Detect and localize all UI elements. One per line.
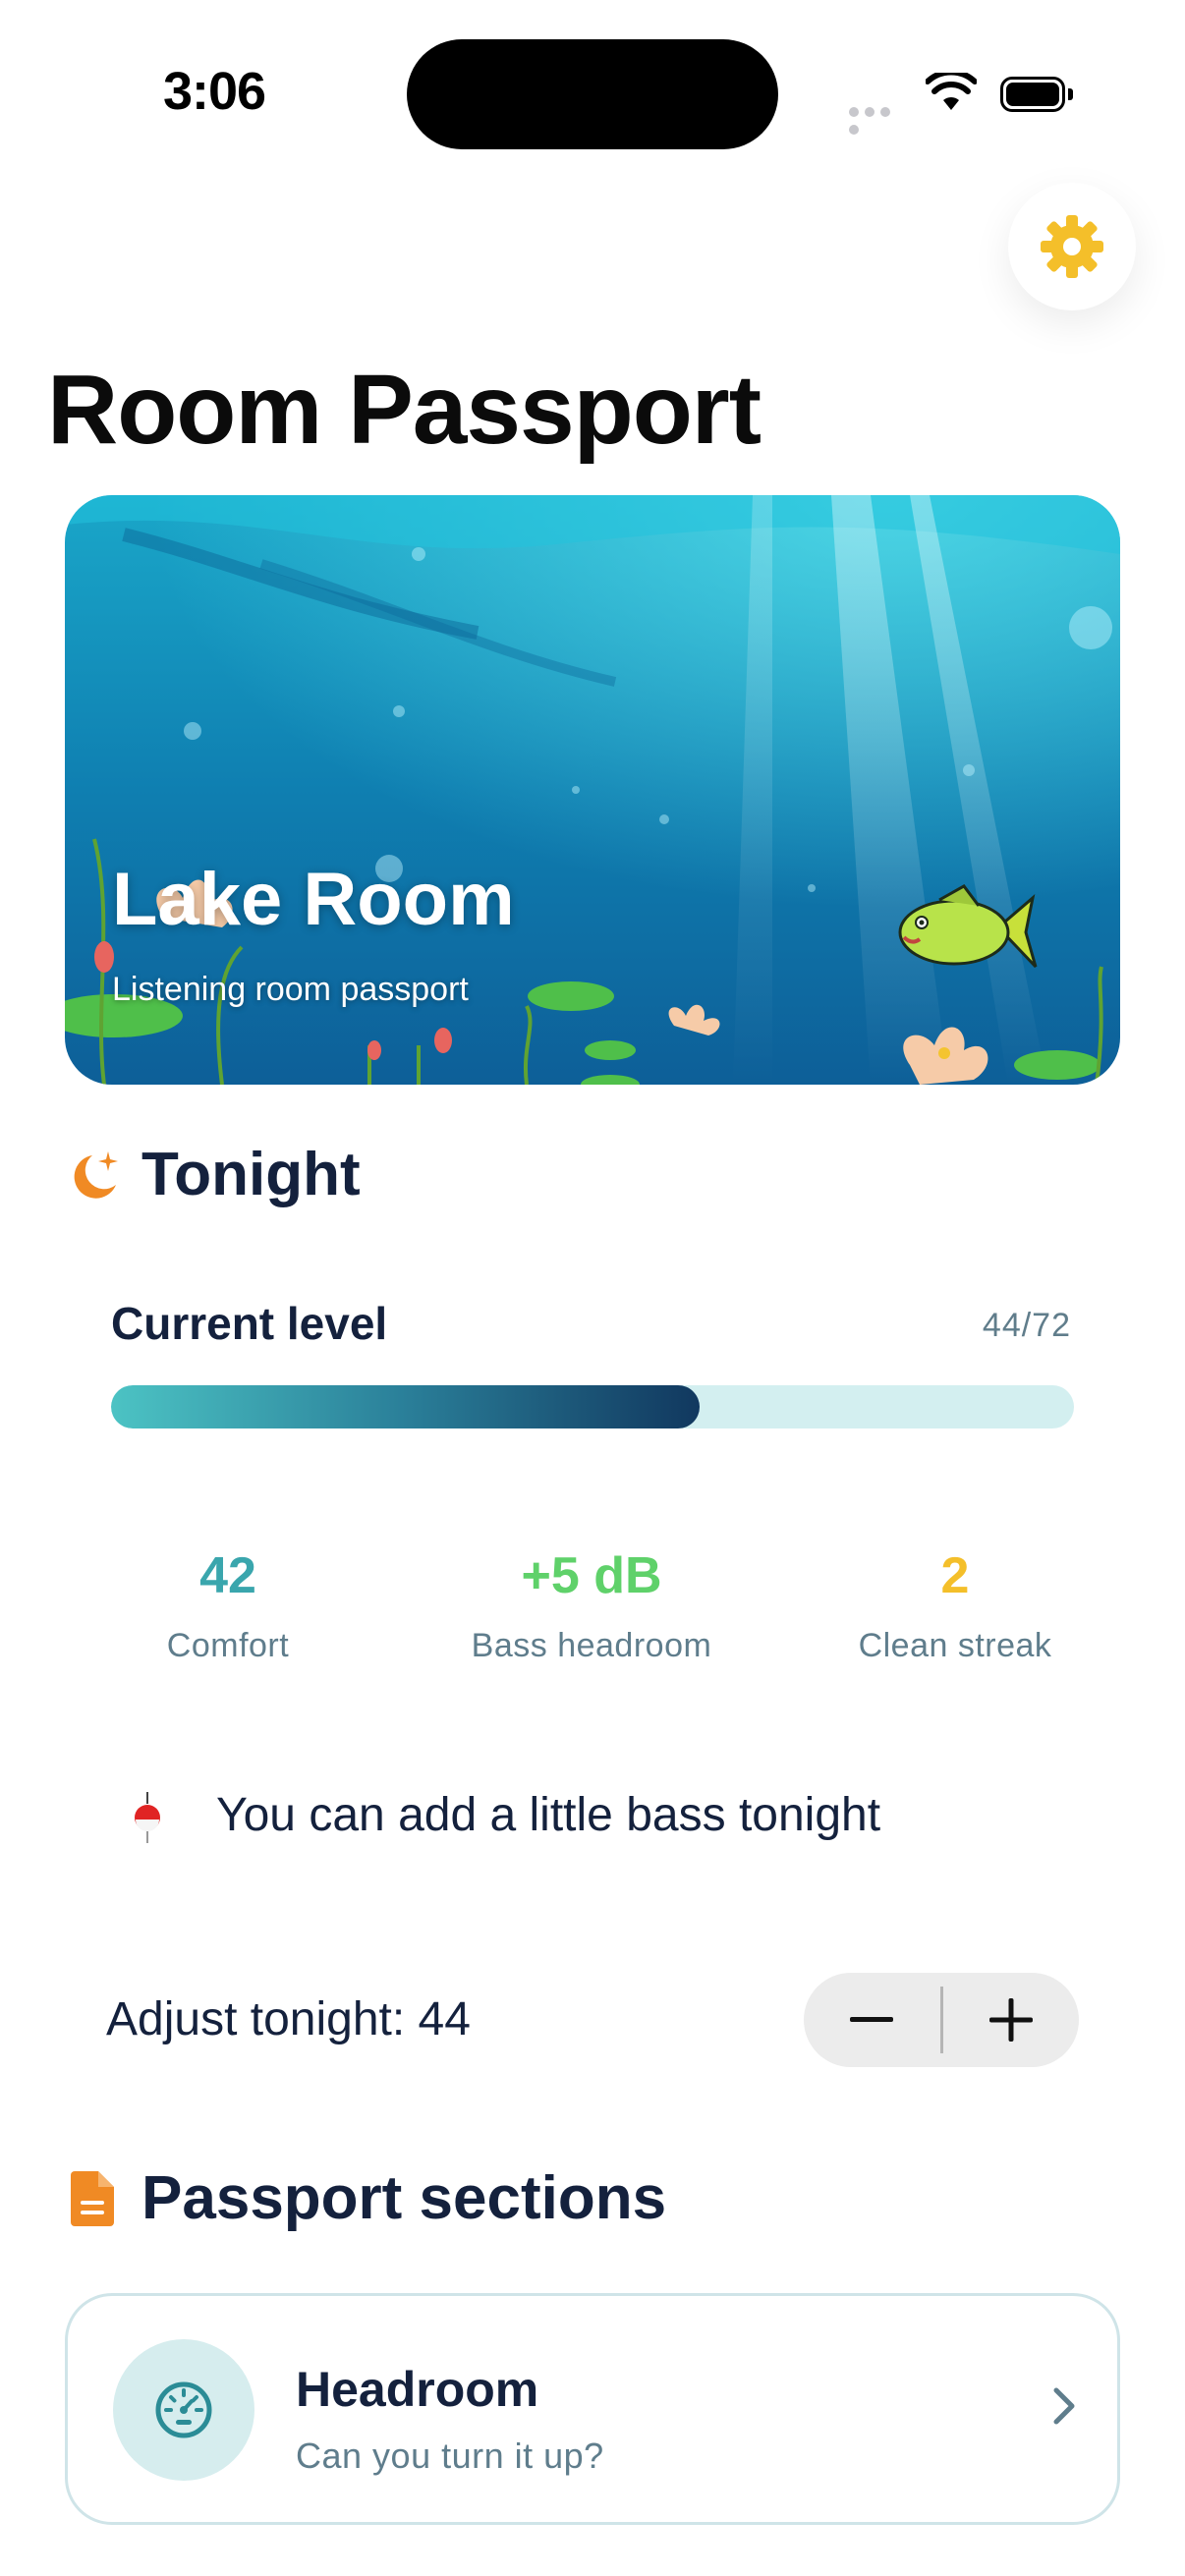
level-count: 44/72 <box>982 1307 1071 1344</box>
settings-button[interactable] <box>1008 183 1136 310</box>
section-card-title: Headroom <box>296 2362 539 2417</box>
section-card-subtitle: Can you turn it up? <box>296 2436 604 2476</box>
dynamic-island <box>407 39 778 149</box>
cellular-signal-icon <box>849 104 910 135</box>
passport-sections-title: Passport sections <box>141 2164 667 2232</box>
document-icon <box>71 2171 114 2231</box>
tonight-title: Tonight <box>141 1141 361 1208</box>
battery-icon <box>1000 77 1075 114</box>
level-progress-bar <box>111 1385 1074 1428</box>
level-stepper[interactable] <box>804 1973 1079 2067</box>
status-time: 3:06 <box>163 62 266 121</box>
adjust-label: Adjust tonight: 44 <box>106 1993 471 2045</box>
current-level-label: Current level <box>111 1298 388 1349</box>
fishing-bobber-icon <box>128 1792 167 1856</box>
stat-value: 42 <box>199 1547 256 1604</box>
stat-label: Comfort <box>166 1627 290 1664</box>
wifi-icon <box>925 69 978 117</box>
hint-text: You can add a little bass tonight <box>216 1789 881 1841</box>
stat-comfort: 42 Comfort <box>41 1546 415 1665</box>
stat-value: 2 <box>940 1547 970 1604</box>
stat-value: +5 dB <box>521 1547 662 1604</box>
stat-clean-streak: 2 Clean streak <box>768 1546 1142 1665</box>
hero-title: Lake Room <box>112 858 515 941</box>
plus-icon <box>988 1998 1033 2042</box>
gauge-icon <box>113 2339 254 2481</box>
hero-subtitle: Listening room passport <box>112 971 469 1008</box>
moon-stars-icon <box>67 1148 122 1207</box>
gear-icon <box>1041 215 1103 278</box>
section-card-headroom[interactable]: Headroom Can you turn it up? <box>65 2293 1120 2525</box>
page-title: Room Passport <box>47 355 762 465</box>
stat-label: Clean streak <box>858 1627 1052 1664</box>
increment-button[interactable] <box>943 1973 1080 2067</box>
chevron-right-icon <box>1052 2386 1076 2431</box>
stat-bass-headroom: +5 dB Bass headroom <box>405 1546 778 1665</box>
level-progress-fill <box>111 1385 700 1428</box>
decrement-button[interactable] <box>804 1973 940 2067</box>
stat-label: Bass headroom <box>471 1627 712 1664</box>
room-hero-card[interactable]: Lake Room Listening room passport <box>65 495 1120 1085</box>
minus-icon <box>850 2017 894 2022</box>
